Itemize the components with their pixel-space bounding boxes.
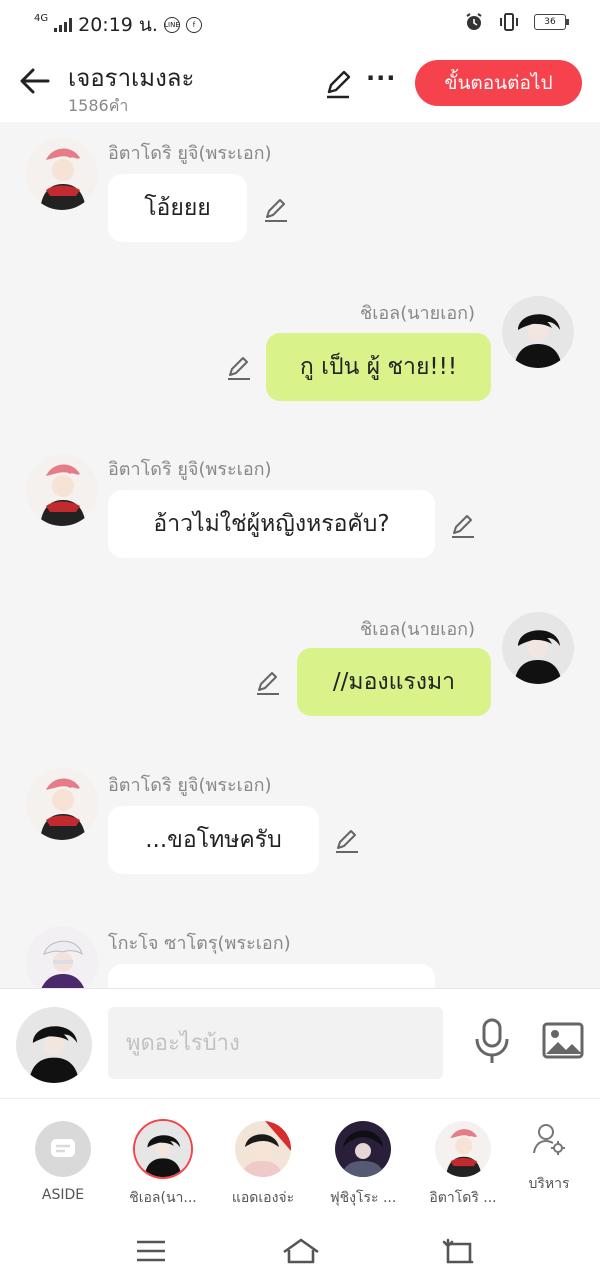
message-bubble[interactable]: //มองแรงมา	[297, 648, 491, 716]
character-label: ASIDE	[41, 1187, 85, 1203]
avatar[interactable]	[26, 454, 98, 526]
avatar[interactable]	[26, 768, 98, 840]
next-step-button[interactable]: ขั้นตอนต่อไป	[415, 60, 582, 106]
character-avatar	[335, 1121, 391, 1177]
avatar[interactable]	[502, 612, 574, 684]
chat-area[interactable]: อิตาโดริ ยูจิ(พระเอก) โอ้ยยย ชิเอล(นายเอ…	[0, 122, 600, 988]
image-icon[interactable]	[542, 1021, 584, 1061]
word-count: 1586คำ	[68, 96, 129, 115]
microphone-icon[interactable]	[472, 1017, 512, 1065]
speaker-name: อิตาโดริ ยูจิ(พระเอก)	[108, 143, 272, 164]
message-bubble[interactable]: โอ้ยยย	[108, 174, 247, 242]
character-label: บริหาร	[528, 1176, 570, 1192]
message-bubble[interactable]	[108, 964, 435, 988]
avatar[interactable]	[502, 296, 574, 368]
story-title: เจอราเมงละ	[68, 64, 195, 92]
message-input[interactable]	[108, 1007, 443, 1079]
line-icon: LINE	[163, 17, 180, 33]
edit-pencil-icon[interactable]	[262, 196, 290, 224]
avatar[interactable]	[26, 926, 98, 988]
network-type: 4G	[34, 13, 49, 24]
signal-icon	[54, 18, 73, 32]
menu-icon[interactable]	[133, 1236, 169, 1266]
status-bar: 4G 20:19 น. LINE f 36	[0, 0, 600, 46]
manage-users-icon	[533, 1124, 565, 1155]
character-label: แอดเองจ่ะ	[231, 1190, 295, 1206]
character-avatar	[235, 1121, 291, 1177]
character-avatar	[135, 1121, 191, 1177]
more-options-button[interactable]: ···	[366, 64, 396, 92]
character-selector: ASIDE ชิเอล(นา... แอดเองจ่ะ ฟุชิงุโระ ..…	[0, 1098, 600, 1221]
message-bubble[interactable]: อ้าวไม่ใช่ผู้หญิงหรอคับ?	[108, 490, 435, 558]
speaker-name: อิตาโดริ ยูจิ(พระเอก)	[108, 459, 272, 480]
current-character-avatar[interactable]	[16, 1007, 92, 1083]
speaker-name: ชิเอล(นายเอก)	[360, 303, 476, 324]
edit-pencil-icon[interactable]	[225, 354, 253, 382]
system-nav-bar	[0, 1220, 600, 1287]
back-arrow-icon[interactable]	[18, 64, 52, 98]
alarm-icon	[466, 13, 482, 30]
message-bubble[interactable]: ...ขอโทษครับ	[108, 806, 319, 874]
character-label: อิตาโดริ ...	[429, 1190, 497, 1206]
character-avatar	[435, 1121, 491, 1177]
character-label: ชิเอล(นา...	[129, 1190, 197, 1206]
battery-icon: 36	[534, 14, 569, 30]
back-icon[interactable]	[440, 1236, 476, 1266]
speaker-name: โกะโจ ซาโตรุ(พระเอก)	[108, 933, 291, 954]
edit-pencil-icon[interactable]	[254, 669, 282, 697]
edit-pencil-icon[interactable]	[322, 68, 354, 100]
speaker-name: ชิเอล(นายเอก)	[360, 619, 476, 640]
status-left: 4G 20:19 น. LINE f	[34, 10, 202, 40]
edit-pencil-icon[interactable]	[333, 827, 361, 855]
message-bubble[interactable]: กู เป็น ผู้ ชาย!!!	[266, 333, 491, 401]
edit-pencil-icon[interactable]	[449, 512, 477, 540]
character-label: ฟุชิงุโระ ...	[329, 1190, 397, 1206]
home-icon[interactable]	[281, 1236, 321, 1266]
message-composer	[0, 988, 600, 1099]
app-header: เจอราเมงละ 1586คำ ··· ขั้นตอนต่อไป	[0, 46, 600, 122]
aside-icon	[35, 1121, 91, 1177]
speaker-name: อิตาโดริ ยูจิ(พระเอก)	[108, 775, 272, 796]
avatar[interactable]	[26, 138, 98, 210]
clock: 20:19 น.	[78, 14, 158, 36]
status-right: 36	[464, 12, 569, 32]
facebook-icon: f	[185, 17, 202, 33]
vibrate-icon	[500, 13, 518, 31]
